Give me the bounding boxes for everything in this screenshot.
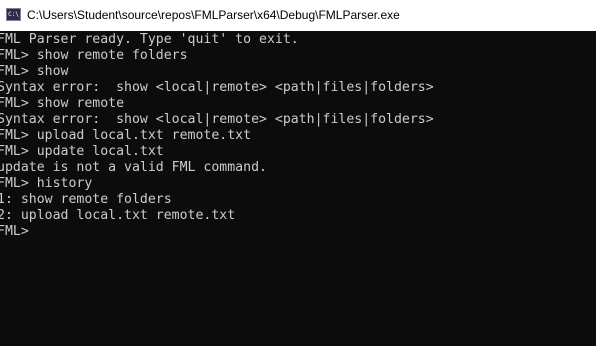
title-bar[interactable]: C:\ C:\Users\Student\source\repos\FMLPar… (0, 0, 596, 31)
console-line: FML> show remote (0, 96, 125, 111)
console-line: FML> history (0, 176, 93, 191)
console-line: FML> show remote folders (0, 48, 188, 63)
console-line: Syntax error: show <local|remote> <path|… (0, 80, 434, 95)
console-line: FML> upload local.txt remote.txt (0, 128, 252, 143)
console-line: FML> show (0, 64, 69, 79)
console-prompt-line[interactable]: FML> (0, 224, 29, 240)
console-output[interactable]: FML Parser ready. Type 'quit' to exit. F… (0, 32, 596, 346)
console-window: C:\ C:\Users\Student\source\repos\FMLPar… (0, 0, 596, 346)
console-line: 1: show remote folders (0, 192, 172, 207)
console-app-icon: C:\ (6, 8, 21, 21)
console-line: 2: upload local.txt remote.txt (0, 208, 236, 223)
console-line: Syntax error: show <local|remote> <path|… (0, 112, 434, 127)
console-line: update is not a valid FML command. (0, 160, 267, 175)
window-title: C:\Users\Student\source\repos\FMLParser\… (27, 8, 400, 22)
console-line: FML Parser ready. Type 'quit' to exit. (0, 32, 299, 47)
console-line: FML> update local.txt (0, 144, 164, 159)
